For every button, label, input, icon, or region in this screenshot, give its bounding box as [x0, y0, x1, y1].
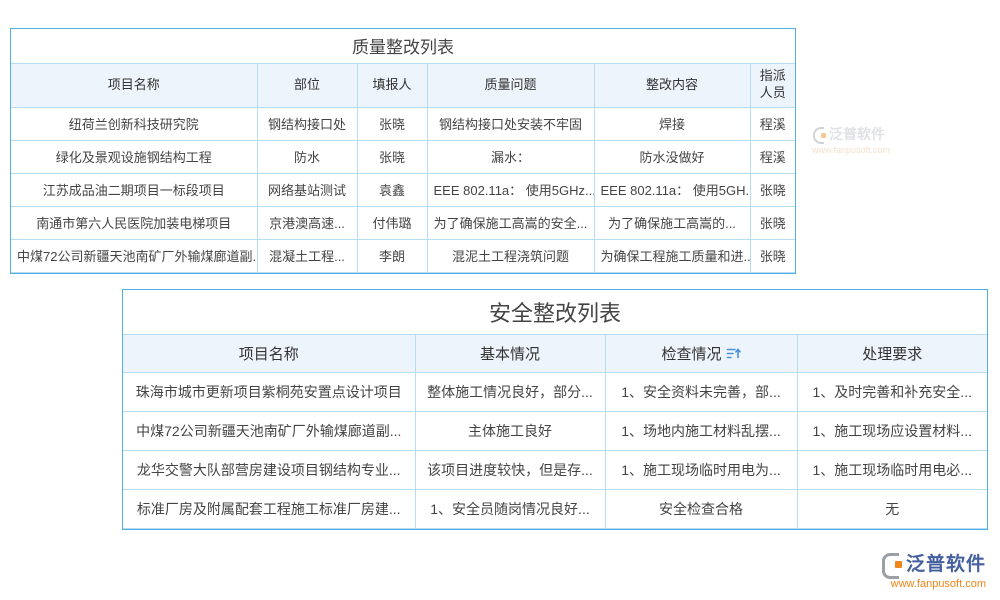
table-row: 龙华交警大队部营房建设项目钢结构专业... 该项目进度较快，但是存... 1、施…: [123, 450, 987, 489]
cell-reporter: 李朗: [357, 239, 427, 272]
table-row: 南通市第六人民医院加装电梯项目 京港澳高速... 付伟璐 为了确保施工高嵩的安全…: [11, 206, 795, 239]
cell-content: 为了确保施工高嵩的...: [594, 206, 750, 239]
col-header-handling[interactable]: 处理要求: [797, 334, 987, 372]
project-name-link[interactable]: 纽荷兰创新科技研究院: [11, 107, 257, 140]
col-header-part[interactable]: 部位: [257, 63, 357, 107]
cell-issue: 钢结构接口处安装不牢固: [427, 107, 594, 140]
cell-inspection: 1、场地内施工材料乱摆...: [605, 411, 797, 450]
cell-inspection: 安全检查合格: [605, 489, 797, 528]
cell-reporter: 付伟璐: [357, 206, 427, 239]
watermark-url-text: www.fanpusoft.com: [812, 145, 890, 155]
fanpu-logo-icon: [880, 552, 902, 574]
safety-header-row: 项目名称 基本情况 检查情况 处理要求: [123, 334, 987, 372]
cell-reporter: 张晓: [357, 107, 427, 140]
project-name-link[interactable]: 标准厂房及附属配套工程施工标准厂房建...: [123, 489, 415, 528]
cell-assignee: 程溪: [750, 140, 795, 173]
table-title-row: 质量整改列表: [11, 29, 795, 63]
col-header-issue[interactable]: 质量问题: [427, 63, 594, 107]
cell-inspection: 1、施工现场临时用电为...: [605, 450, 797, 489]
cell-handling: 1、及时完善和补充安全...: [797, 372, 987, 411]
project-name-link[interactable]: 中煤72公司新疆天池南矿厂外输煤廊道副...: [11, 239, 257, 272]
col-header-project-name[interactable]: 项目名称: [123, 334, 415, 372]
footer-url-text: www.fanpusoft.com: [880, 578, 986, 590]
project-name-link[interactable]: 江苏成品油二期项目一标段项目: [11, 173, 257, 206]
cell-assignee: 程溪: [750, 107, 795, 140]
cell-content: 焊接: [594, 107, 750, 140]
table-row: 中煤72公司新疆天池南矿厂外输煤廊道副... 混凝土工程... 李朗 混泥土工程…: [11, 239, 795, 272]
cell-content: 为确保工程施工质量和进...: [594, 239, 750, 272]
brand-watermark: 泛普软件 www.fanpusoft.com: [812, 124, 890, 155]
col-header-content[interactable]: 整改内容: [594, 63, 750, 107]
table-title-row: 安全整改列表: [123, 290, 987, 334]
cell-part: 混凝土工程...: [257, 239, 357, 272]
table-row: 江苏成品油二期项目一标段项目 网络基站测试 袁鑫 EEE 802.11a： 使用…: [11, 173, 795, 206]
project-name-link[interactable]: 南通市第六人民医院加装电梯项目: [11, 206, 257, 239]
quality-header-row: 项目名称 部位 填报人 质量问题 整改内容 指派人员: [11, 63, 795, 107]
cell-part: 防水: [257, 140, 357, 173]
sort-ascending-icon[interactable]: [726, 347, 741, 364]
cell-reporter: 袁鑫: [357, 173, 427, 206]
project-name-link[interactable]: 绿化及景观设施钢结构工程: [11, 140, 257, 173]
table-row: 珠海市城市更新项目紫桐苑安置点设计项目 整体施工情况良好，部分... 1、安全资…: [123, 372, 987, 411]
safety-table: 安全整改列表 项目名称 基本情况 检查情况 处理要求 珠海市城市更新项目紫桐苑安…: [123, 290, 987, 529]
cell-handling: 1、施工现场临时用电必...: [797, 450, 987, 489]
table-row: 中煤72公司新疆天池南矿厂外输煤廊道副... 主体施工良好 1、场地内施工材料乱…: [123, 411, 987, 450]
safety-table-panel: 安全整改列表 项目名称 基本情况 检查情况 处理要求 珠海市城市更新项目紫桐苑安…: [122, 289, 988, 530]
quality-table-panel: 质量整改列表 项目名称 部位 填报人 质量问题 整改内容 指派人员 纽荷兰创新科…: [10, 28, 796, 274]
cell-basic: 主体施工良好: [415, 411, 605, 450]
cell-content: EEE 802.11a： 使用5GH...: [594, 173, 750, 206]
safety-table-title: 安全整改列表: [123, 290, 987, 334]
col-header-project-name[interactable]: 项目名称: [11, 63, 257, 107]
cell-assignee: 张晓: [750, 206, 795, 239]
fanpu-logo-icon: [812, 127, 826, 141]
cell-basic: 整体施工情况良好，部分...: [415, 372, 605, 411]
cell-issue: 为了确保施工高嵩的安全...: [427, 206, 594, 239]
col-header-assignee[interactable]: 指派人员: [750, 63, 795, 107]
col-header-reporter[interactable]: 填报人: [357, 63, 427, 107]
cell-handling: 1、施工现场应设置材料...: [797, 411, 987, 450]
footer-brand-logo: 泛普软件 www.fanpusoft.com: [880, 549, 986, 590]
cell-inspection: 1、安全资料未完善，部...: [605, 372, 797, 411]
table-row: 绿化及景观设施钢结构工程 防水 张晓 漏水： 防水没做好 程溪: [11, 140, 795, 173]
project-name-link[interactable]: 龙华交警大队部营房建设项目钢结构专业...: [123, 450, 415, 489]
watermark-brand-text: 泛普软件: [829, 124, 885, 144]
cell-issue: 漏水：: [427, 140, 594, 173]
col-header-basic[interactable]: 基本情况: [415, 334, 605, 372]
cell-issue: EEE 802.11a： 使用5GHz...: [427, 173, 594, 206]
table-row: 标准厂房及附属配套工程施工标准厂房建... 1、安全员随岗情况良好... 安全检…: [123, 489, 987, 528]
col-header-inspection-label: 检查情况: [661, 346, 721, 363]
cell-content: 防水没做好: [594, 140, 750, 173]
quality-table-title: 质量整改列表: [11, 29, 795, 63]
col-header-inspection[interactable]: 检查情况: [605, 334, 797, 372]
project-name-link[interactable]: 中煤72公司新疆天池南矿厂外输煤廊道副...: [123, 411, 415, 450]
quality-table: 质量整改列表 项目名称 部位 填报人 质量问题 整改内容 指派人员 纽荷兰创新科…: [11, 29, 795, 273]
cell-handling: 无: [797, 489, 987, 528]
cell-basic: 1、安全员随岗情况良好...: [415, 489, 605, 528]
table-row: 纽荷兰创新科技研究院 钢结构接口处 张晓 钢结构接口处安装不牢固 焊接 程溪: [11, 107, 795, 140]
cell-assignee: 张晓: [750, 239, 795, 272]
cell-part: 京港澳高速...: [257, 206, 357, 239]
cell-part: 钢结构接口处: [257, 107, 357, 140]
cell-issue: 混泥土工程浇筑问题: [427, 239, 594, 272]
cell-part: 网络基站测试: [257, 173, 357, 206]
cell-reporter: 张晓: [357, 140, 427, 173]
footer-brand-text: 泛普软件: [906, 549, 986, 576]
cell-basic: 该项目进度较快，但是存...: [415, 450, 605, 489]
project-name-link[interactable]: 珠海市城市更新项目紫桐苑安置点设计项目: [123, 372, 415, 411]
cell-assignee: 张晓: [750, 173, 795, 206]
